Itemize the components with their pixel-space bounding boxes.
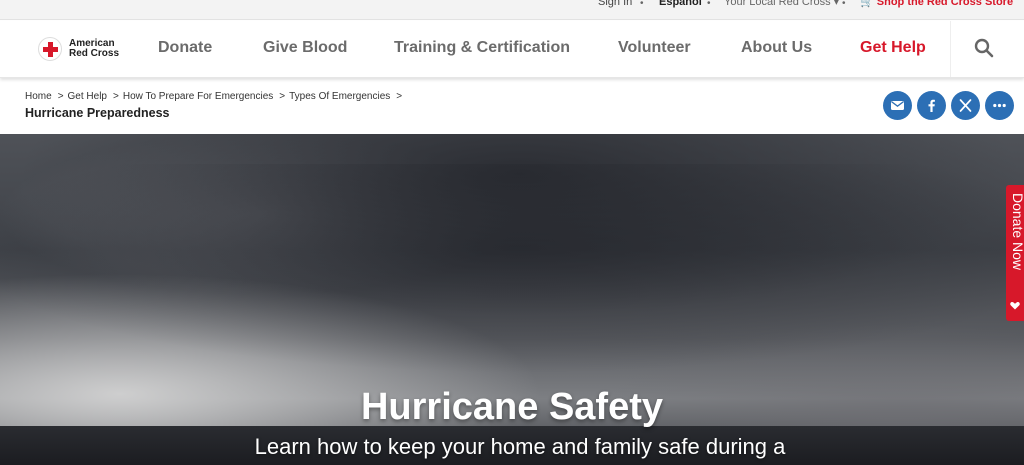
red-cross-logo[interactable]: American Red Cross bbox=[38, 37, 128, 63]
breadcrumb-separator: > bbox=[113, 91, 119, 102]
breadcrumb-separator: > bbox=[57, 91, 64, 102]
shop-store-link[interactable]: 🛒 Shop the Red Cross Store bbox=[860, 0, 1013, 8]
cart-icon: 🛒 bbox=[860, 0, 874, 8]
nav-divider bbox=[950, 21, 951, 77]
breadcrumb: Home > Get Help > How To Prepare For Emergen… bbox=[25, 91, 406, 102]
donate-now-label: Donate Now bbox=[1010, 193, 1024, 271]
utility-separator: • bbox=[842, 0, 846, 9]
breadcrumb-separator: > bbox=[396, 91, 403, 102]
share-facebook-button[interactable] bbox=[917, 91, 946, 120]
sign-in-link[interactable]: Sign In bbox=[598, 0, 632, 8]
breadcrumb-home[interactable]: Home bbox=[25, 91, 52, 102]
search-icon[interactable] bbox=[974, 38, 994, 58]
hero-banner: Hurricane Safety Learn how to keep your … bbox=[0, 134, 1024, 465]
hero-title: Hurricane Safety bbox=[360, 386, 663, 428]
hand-heart-icon bbox=[1010, 302, 1020, 310]
breadcrumb-separator: > bbox=[279, 91, 286, 102]
share-email-button[interactable] bbox=[883, 91, 912, 120]
nav-donate[interactable]: Donate bbox=[158, 39, 212, 57]
nav-training-certification[interactable]: Training & Certification bbox=[394, 39, 570, 57]
local-red-cross-dropdown[interactable]: Your Local Red Cross ▾ bbox=[724, 0, 839, 8]
red-cross-icon bbox=[38, 37, 62, 61]
share-more-button[interactable] bbox=[985, 91, 1014, 120]
breadcrumb-get-help[interactable]: Get Help bbox=[68, 91, 107, 102]
shop-store-label: Shop the Red Cross Store bbox=[876, 0, 1014, 8]
logo-line-2: Red Cross bbox=[69, 48, 120, 59]
nav-give-blood[interactable]: Give Blood bbox=[263, 39, 347, 57]
email-icon bbox=[891, 101, 904, 110]
nav-volunteer[interactable]: Volunteer bbox=[618, 39, 691, 57]
local-red-cross-label: Your Local Red Cross bbox=[724, 0, 831, 8]
nav-about-us[interactable]: About Us bbox=[741, 39, 812, 57]
breadcrumb-prepare[interactable]: How To Prepare For Emergencies bbox=[123, 91, 273, 102]
page-title: Hurricane Preparedness bbox=[25, 106, 170, 120]
chevron-down-icon: ▾ bbox=[833, 0, 840, 8]
utility-separator: • bbox=[640, 0, 644, 9]
logo-text: American Red Cross bbox=[69, 39, 129, 59]
espanol-link[interactable]: Español bbox=[659, 0, 702, 8]
donate-now-tab[interactable]: Donate Now bbox=[1006, 185, 1024, 321]
breadcrumb-types[interactable]: Types Of Emergencies bbox=[289, 91, 390, 102]
x-icon bbox=[959, 99, 972, 112]
main-navigation: American Red Cross Donate Give Blood Tra… bbox=[0, 21, 1024, 78]
utility-bar: Sign In • Español • Your Local Red Cross… bbox=[0, 0, 1024, 20]
facebook-icon bbox=[928, 99, 935, 112]
more-icon bbox=[993, 103, 1006, 108]
hero-storm-clouds bbox=[0, 164, 1024, 374]
share-x-button[interactable] bbox=[951, 91, 980, 120]
utility-separator: • bbox=[707, 0, 711, 9]
nav-get-help[interactable]: Get Help bbox=[860, 39, 926, 57]
hero-subtitle: Learn how to keep your home and family s… bbox=[254, 434, 786, 459]
